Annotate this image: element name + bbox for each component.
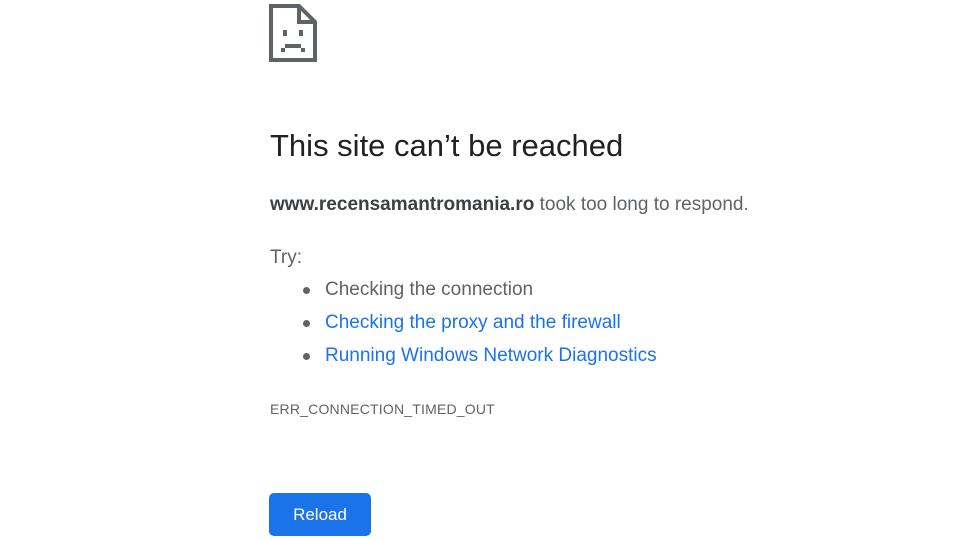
- network-diagnostics-link[interactable]: Running Windows Network Diagnostics: [325, 345, 657, 366]
- suggestion-item-connection: Checking the connection: [270, 277, 657, 310]
- site-host: www.recensamantromania.ro: [270, 194, 535, 215]
- bullet-icon: [303, 320, 310, 327]
- reload-button[interactable]: Reload: [269, 493, 371, 536]
- error-summary: www.recensamantromania.ro took too long …: [270, 192, 749, 218]
- error-page: This site can’t be reached www.recensama…: [0, 0, 960, 540]
- suggestion-item-network-diagnostics: Running Windows Network Diagnostics: [270, 343, 657, 376]
- proxy-firewall-link[interactable]: Checking the proxy and the firewall: [325, 312, 621, 333]
- error-code: ERR_CONNECTION_TIMED_OUT: [270, 401, 495, 417]
- bullet-icon: [303, 353, 310, 360]
- suggestion-item-proxy-firewall: Checking the proxy and the firewall: [270, 310, 657, 343]
- suggestion-text: Checking the connection: [325, 279, 534, 300]
- bullet-icon: [303, 287, 310, 294]
- suggestions-list: Checking the connection Checking the pro…: [270, 277, 657, 376]
- summary-message: took too long to respond.: [534, 194, 749, 215]
- try-label: Try:: [270, 247, 303, 268]
- sad-page-icon: [269, 4, 317, 62]
- page-title: This site can’t be reached: [270, 128, 624, 163]
